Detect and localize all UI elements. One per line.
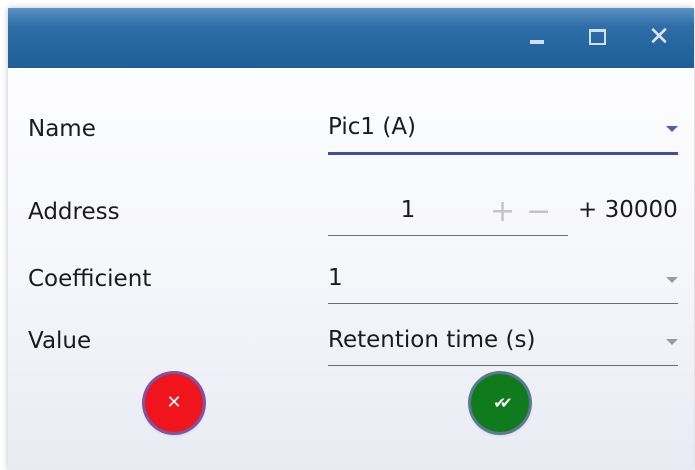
chevron-down-icon bbox=[666, 277, 678, 283]
name-dropdown[interactable]: Pic1 (A) bbox=[328, 108, 678, 155]
double-check-icon: ✔✔ bbox=[493, 393, 512, 412]
cancel-button[interactable]: ✕ bbox=[145, 374, 203, 432]
title-bar[interactable]: ✕ bbox=[8, 8, 694, 68]
value-value: Retention time (s) bbox=[328, 327, 536, 353]
increment-icon[interactable]: + bbox=[490, 197, 515, 227]
value-label: Value bbox=[28, 328, 92, 354]
address-offset: + 30000 bbox=[578, 197, 678, 223]
chevron-down-icon bbox=[666, 339, 678, 345]
address-value: 1 bbox=[400, 197, 416, 223]
maximize-button[interactable] bbox=[582, 24, 612, 50]
name-label: Name bbox=[28, 116, 96, 142]
close-icon: ✕ bbox=[648, 22, 670, 52]
minimize-button[interactable] bbox=[522, 24, 552, 50]
chevron-down-icon bbox=[666, 126, 678, 132]
address-input[interactable]: 1 + − bbox=[328, 191, 568, 236]
decrement-icon[interactable]: − bbox=[526, 197, 551, 227]
confirm-button[interactable]: ✔✔ bbox=[471, 374, 529, 432]
address-label: Address bbox=[28, 199, 120, 225]
close-window-button[interactable]: ✕ bbox=[644, 24, 674, 50]
x-icon: ✕ bbox=[166, 392, 182, 413]
coefficient-dropdown[interactable]: 1 bbox=[328, 259, 678, 304]
minimize-icon bbox=[530, 40, 544, 44]
name-value: Pic1 (A) bbox=[328, 114, 417, 140]
coefficient-label: Coefficient bbox=[28, 266, 152, 292]
value-dropdown[interactable]: Retention time (s) bbox=[328, 321, 678, 366]
dialog-window: ✕ Name Pic1 (A) Address 1 + − + 30000 Co… bbox=[8, 8, 694, 470]
maximize-icon bbox=[588, 29, 606, 45]
coefficient-value: 1 bbox=[328, 265, 343, 291]
